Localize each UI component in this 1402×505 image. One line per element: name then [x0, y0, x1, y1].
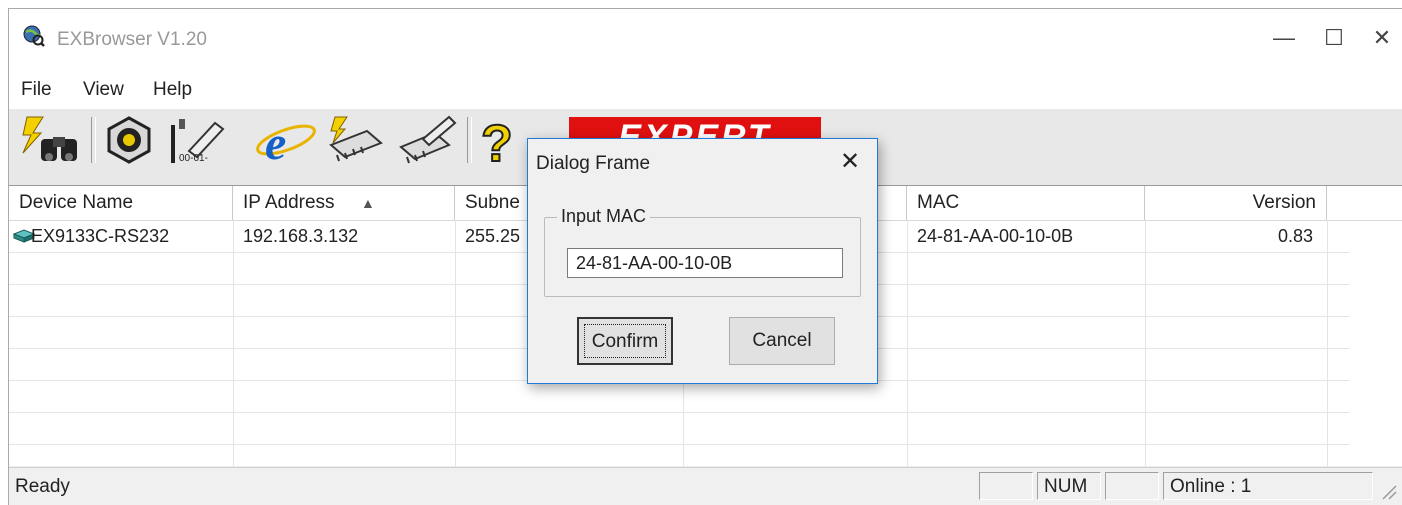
- edit-chip-icon[interactable]: [393, 115, 459, 165]
- ip-address-cell: 192.168.3.132: [243, 226, 359, 246]
- network-device-icon[interactable]: [101, 115, 157, 165]
- dialog-close-button[interactable]: ✕: [833, 147, 867, 177]
- title-bar: EXBrowser V1.20 — ☐ ✕: [9, 9, 1402, 71]
- dialog-title: Dialog Frame: [536, 153, 651, 174]
- svg-text:00-01-: 00-01-: [179, 153, 208, 164]
- column-ip-address[interactable]: IP Address ▲: [233, 186, 455, 220]
- column-ip-label: IP Address: [243, 192, 335, 213]
- toolbar-separator: [91, 117, 96, 163]
- firmware-chip-icon[interactable]: [321, 115, 385, 165]
- column-device-name[interactable]: Device Name: [9, 186, 233, 220]
- group-label: Input MAC: [557, 206, 651, 227]
- mac-input[interactable]: [567, 248, 843, 278]
- window-title: EXBrowser V1.20: [57, 29, 207, 50]
- confirm-button[interactable]: Confirm: [577, 317, 673, 365]
- version-cell: 0.83: [1277, 226, 1313, 246]
- device-name-cell: EX9133C-RS232: [9, 220, 233, 252]
- mac-dialog: Dialog Frame ✕ Input MAC Confirm Cancel: [527, 138, 878, 384]
- minimize-button[interactable]: —: [1267, 23, 1301, 53]
- status-pane-blank: [1105, 472, 1159, 500]
- menu-view[interactable]: View: [83, 79, 124, 101]
- empty-row: [9, 412, 1349, 445]
- empty-row: [9, 380, 1349, 413]
- status-online: Online : 1: [1163, 472, 1373, 500]
- maximize-button[interactable]: ☐: [1317, 23, 1351, 53]
- column-mac[interactable]: MAC: [907, 186, 1145, 220]
- close-button[interactable]: ✕: [1365, 23, 1399, 53]
- input-mac-group: Input MAC: [544, 206, 861, 297]
- status-pane-blank: [979, 472, 1033, 500]
- status-num: NUM: [1037, 472, 1101, 500]
- mac-cell: 24-81-AA-00-10-0B: [917, 226, 1074, 246]
- svg-text:?: ?: [481, 115, 513, 165]
- status-bar: Ready NUM Online : 1: [9, 467, 1402, 505]
- edit-mac-icon[interactable]: 00-01-: [167, 115, 239, 165]
- status-text: Ready: [15, 476, 70, 497]
- focus-ring: [584, 324, 666, 358]
- menu-file[interactable]: File: [21, 79, 52, 101]
- svg-text:e: e: [265, 117, 286, 165]
- toolbar-separator: [467, 117, 472, 163]
- column-version[interactable]: Version: [1145, 186, 1327, 220]
- sort-ascending-icon: ▲: [361, 195, 375, 211]
- app-globe-icon: [23, 25, 45, 47]
- internet-explorer-icon[interactable]: e: [253, 115, 319, 165]
- menu-help[interactable]: Help: [153, 79, 192, 101]
- device-name: EX9133C-RS232: [31, 226, 170, 246]
- resize-grip-icon[interactable]: [1379, 482, 1397, 500]
- menu-bar: File View Help: [9, 71, 1402, 109]
- help-icon[interactable]: ?: [475, 115, 529, 165]
- cancel-button[interactable]: Cancel: [729, 317, 835, 365]
- search-binoculars-icon[interactable]: [19, 115, 85, 165]
